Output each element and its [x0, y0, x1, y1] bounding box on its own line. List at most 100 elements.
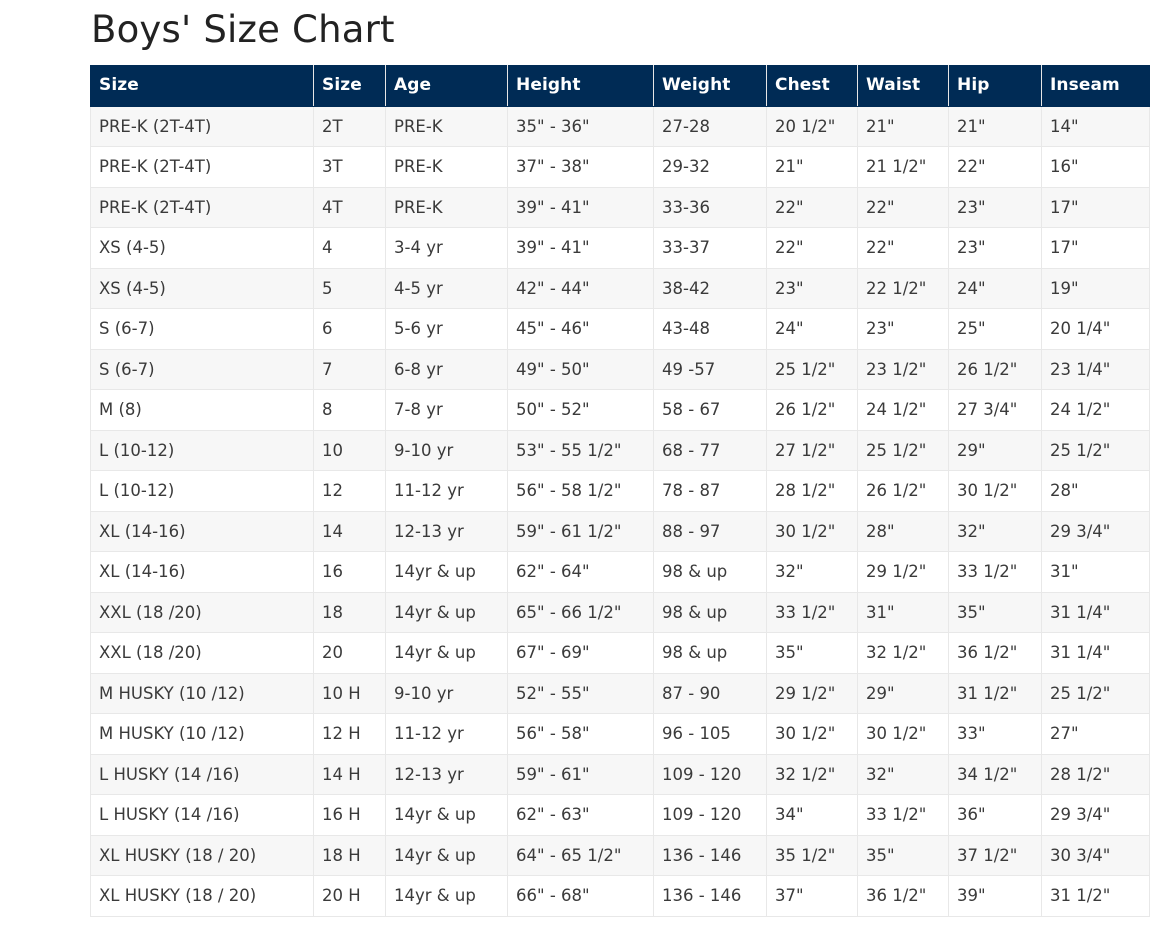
cell-weight: 136 - 146 [653, 875, 767, 917]
cell-chest: 20 1/2" [766, 105, 858, 147]
cell-waist: 26 1/2" [857, 470, 949, 512]
cell-weight: 38-42 [653, 267, 767, 309]
cell-chest: 22" [766, 186, 858, 228]
cell-weight: 33-36 [653, 186, 767, 228]
cell-inseam: 29 3/4" [1041, 794, 1150, 836]
table-row: S (6-7) 7 6-8 yr 49" - 50" 49 -57 25 1/2" 23 1… [90, 348, 1150, 390]
cell-weight: 78 - 87 [653, 470, 767, 512]
cell-height: 42" - 44" [507, 267, 654, 309]
cell-chest: 30 1/2" [766, 510, 858, 552]
cell-waist: 22" [857, 186, 949, 228]
cell-age: 7-8 yr [385, 389, 508, 431]
cell-weight: 27-28 [653, 105, 767, 147]
cell-size-code: 6 [313, 308, 386, 350]
cell-height: 64" - 65 1/2" [507, 834, 654, 876]
column-header-height: Height [507, 65, 654, 107]
cell-age: 11-12 yr [385, 713, 508, 755]
table-row: L (10-12) 12 11-12 yr 56" - 58 1/2" 78 - 87 2… [90, 470, 1150, 512]
cell-height: 66" - 68" [507, 875, 654, 917]
cell-weight: 98 & up [653, 551, 767, 593]
cell-waist: 30 1/2" [857, 713, 949, 755]
cell-age: 14yr & up [385, 794, 508, 836]
cell-age: PRE-K [385, 105, 508, 147]
cell-age: 14yr & up [385, 875, 508, 917]
cell-size-label: M HUSKY (10 /12) [90, 713, 314, 755]
cell-weight: 68 - 77 [653, 429, 767, 471]
cell-height: 39" - 41" [507, 186, 654, 228]
page-title: Boys' Size Chart [91, 8, 395, 51]
cell-chest: 24" [766, 308, 858, 350]
cell-chest: 37" [766, 875, 858, 917]
cell-weight: 98 & up [653, 591, 767, 633]
cell-weight: 98 & up [653, 632, 767, 674]
table-row: XL HUSKY (18 / 20) 18 H 14yr & up 64" - 65 … [90, 834, 1150, 876]
cell-hip: 22" [948, 146, 1042, 188]
cell-hip: 29" [948, 429, 1042, 471]
cell-waist: 23 1/2" [857, 348, 949, 390]
cell-size-code: 20 H [313, 875, 386, 917]
column-header-size-label: Size [90, 65, 314, 107]
cell-waist: 22 1/2" [857, 267, 949, 309]
cell-inseam: 29 3/4" [1041, 510, 1150, 552]
cell-weight: 49 -57 [653, 348, 767, 390]
cell-height: 37" - 38" [507, 146, 654, 188]
cell-size-code: 4 [313, 227, 386, 269]
cell-chest: 33 1/2" [766, 591, 858, 633]
cell-size-label: L HUSKY (14 /16) [90, 794, 314, 836]
cell-size-label: XS (4-5) [90, 267, 314, 309]
cell-hip: 36 1/2" [948, 632, 1042, 674]
table-row: XL HUSKY (18 / 20) 20 H 14yr & up 66" - 68"… [90, 875, 1150, 917]
cell-waist: 36 1/2" [857, 875, 949, 917]
cell-age: 4-5 yr [385, 267, 508, 309]
table-row: XS (4-5) 5 4-5 yr 42" - 44" 38-42 23" 22 1/2" 2… [90, 267, 1150, 309]
cell-inseam: 20 1/4" [1041, 308, 1150, 350]
cell-inseam: 31 1/4" [1041, 591, 1150, 633]
cell-size-code: 20 [313, 632, 386, 674]
table-row: M HUSKY (10 /12) 10 H 9-10 yr 52" - 55" 87 -… [90, 672, 1150, 714]
cell-size-code: 12 H [313, 713, 386, 755]
size-chart-table: Size Size Age Height Weight Chest Waist Hip Inse… [90, 65, 1150, 917]
cell-chest: 32" [766, 551, 858, 593]
table-row: XL (14-16) 16 14yr & up 62" - 64" 98 & up 32"… [90, 551, 1150, 593]
cell-size-code: 16 [313, 551, 386, 593]
table-row: XS (4-5) 4 3-4 yr 39" - 41" 33-37 22" 22" 23" 17… [90, 227, 1150, 269]
column-header-age: Age [385, 65, 508, 107]
cell-height: 56" - 58" [507, 713, 654, 755]
cell-chest: 35" [766, 632, 858, 674]
cell-size-label: XXL (18 /20) [90, 591, 314, 633]
cell-inseam: 28 1/2" [1041, 753, 1150, 795]
table-row: XL (14-16) 14 12-13 yr 59" - 61 1/2" 88 - 97… [90, 510, 1150, 552]
column-header-hip: Hip [948, 65, 1042, 107]
cell-waist: 32" [857, 753, 949, 795]
cell-size-code: 18 H [313, 834, 386, 876]
cell-age: 14yr & up [385, 591, 508, 633]
cell-waist: 32 1/2" [857, 632, 949, 674]
cell-size-label: S (6-7) [90, 348, 314, 390]
cell-age: 5-6 yr [385, 308, 508, 350]
cell-inseam: 25 1/2" [1041, 672, 1150, 714]
cell-size-code: 18 [313, 591, 386, 633]
cell-hip: 23" [948, 186, 1042, 228]
cell-height: 56" - 58 1/2" [507, 470, 654, 512]
cell-age: 3-4 yr [385, 227, 508, 269]
cell-hip: 33 1/2" [948, 551, 1042, 593]
cell-size-label: L HUSKY (14 /16) [90, 753, 314, 795]
cell-chest: 28 1/2" [766, 470, 858, 512]
cell-weight: 43-48 [653, 308, 767, 350]
cell-hip: 33" [948, 713, 1042, 755]
cell-inseam: 23 1/4" [1041, 348, 1150, 390]
column-header-chest: Chest [766, 65, 858, 107]
cell-weight: 88 - 97 [653, 510, 767, 552]
cell-height: 53" - 55 1/2" [507, 429, 654, 471]
cell-hip: 34 1/2" [948, 753, 1042, 795]
cell-inseam: 31 1/4" [1041, 632, 1150, 674]
cell-size-code: 10 H [313, 672, 386, 714]
cell-weight: 109 - 120 [653, 794, 767, 836]
cell-size-code: 7 [313, 348, 386, 390]
table-row: L HUSKY (14 /16) 16 H 14yr & up 62" - 63" 10… [90, 794, 1150, 836]
cell-hip: 30 1/2" [948, 470, 1042, 512]
cell-height: 62" - 63" [507, 794, 654, 836]
cell-inseam: 30 3/4" [1041, 834, 1150, 876]
table-row: XXL (18 /20) 18 14yr & up 65" - 66 1/2" 98 &… [90, 591, 1150, 633]
cell-inseam: 17" [1041, 227, 1150, 269]
